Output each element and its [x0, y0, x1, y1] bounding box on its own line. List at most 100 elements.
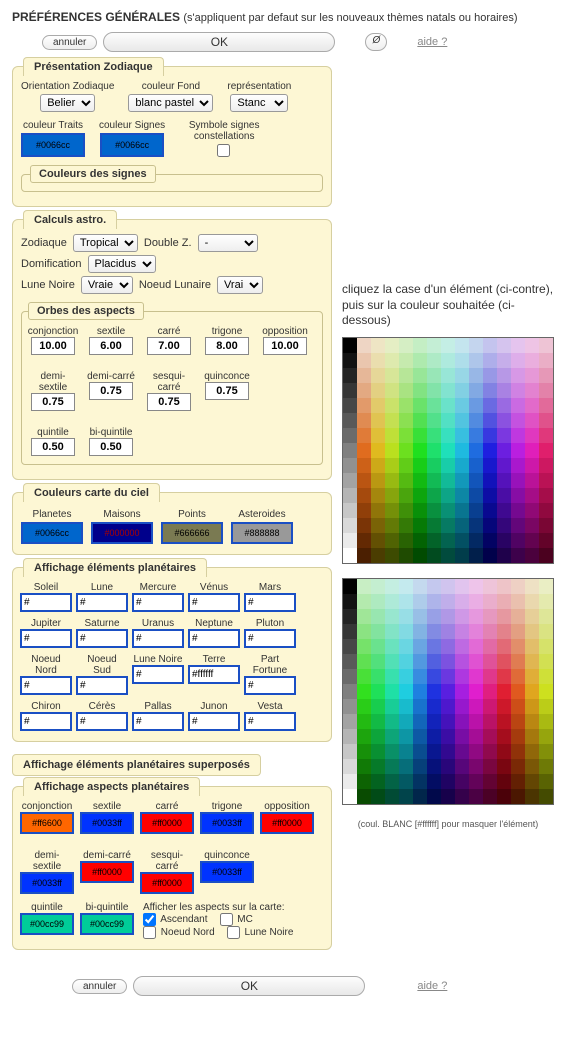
palette-cell[interactable] — [525, 383, 539, 398]
palette-cell[interactable] — [343, 729, 357, 744]
planet-input-Soleil[interactable] — [20, 593, 72, 612]
palette-cell[interactable] — [455, 714, 469, 729]
palette-cell[interactable] — [357, 518, 371, 533]
palette-cell[interactable] — [497, 443, 511, 458]
palette-cell[interactable] — [497, 473, 511, 488]
help-link-bottom[interactable]: aide ? — [417, 980, 447, 992]
palette-cell[interactable] — [357, 579, 371, 594]
palette-cell[interactable] — [497, 744, 511, 759]
palette-cell[interactable] — [371, 789, 385, 804]
palette-cell[interactable] — [413, 579, 427, 594]
palette-cell[interactable] — [441, 368, 455, 383]
palette-cell[interactable] — [343, 594, 357, 609]
palette-cell[interactable] — [539, 789, 553, 804]
palette-cell[interactable] — [343, 714, 357, 729]
palette-cell[interactable] — [357, 684, 371, 699]
palette-cell[interactable] — [455, 669, 469, 684]
palette-cell[interactable] — [497, 609, 511, 624]
palette-cell[interactable] — [525, 699, 539, 714]
palette-cell[interactable] — [455, 594, 469, 609]
palette-cell[interactable] — [469, 714, 483, 729]
palette-cell[interactable] — [469, 759, 483, 774]
planet-input-Cérès[interactable] — [76, 712, 128, 731]
palette-cell[interactable] — [511, 353, 525, 368]
palette-cell[interactable] — [511, 579, 525, 594]
planet-input-Saturne[interactable] — [76, 629, 128, 648]
palette-cell[interactable] — [511, 759, 525, 774]
palette-cell[interactable] — [427, 548, 441, 563]
ok-button-bottom[interactable]: OK — [133, 976, 365, 996]
palette-cell[interactable] — [525, 518, 539, 533]
palette-cell[interactable] — [469, 669, 483, 684]
palette-cell[interactable] — [427, 428, 441, 443]
palette-cell[interactable] — [469, 338, 483, 353]
orb-input-demi-sextile[interactable] — [31, 393, 75, 411]
palette-cell[interactable] — [497, 533, 511, 548]
palette-cell[interactable] — [483, 473, 497, 488]
palette-cell[interactable] — [483, 669, 497, 684]
palette-cell[interactable] — [483, 759, 497, 774]
palette-cell[interactable] — [525, 729, 539, 744]
palette-cell[interactable] — [385, 488, 399, 503]
palette-cell[interactable] — [441, 413, 455, 428]
palette-cell[interactable] — [483, 338, 497, 353]
palette-cell[interactable] — [357, 609, 371, 624]
palette-cell[interactable] — [371, 368, 385, 383]
palette-cell[interactable] — [469, 729, 483, 744]
palette-cell[interactable] — [399, 699, 413, 714]
palette-cell[interactable] — [371, 428, 385, 443]
palette-cell[interactable] — [385, 594, 399, 609]
palette-cell[interactable] — [343, 744, 357, 759]
palette-cell[interactable] — [343, 413, 357, 428]
palette-cell[interactable] — [539, 579, 553, 594]
palette-cell[interactable] — [399, 714, 413, 729]
palette-cell[interactable] — [399, 729, 413, 744]
palette-cell[interactable] — [343, 518, 357, 533]
palette-cell[interactable] — [371, 413, 385, 428]
color-palette-1[interactable] — [342, 337, 554, 564]
palette-cell[interactable] — [371, 744, 385, 759]
palette-cell[interactable] — [427, 383, 441, 398]
palette-cell[interactable] — [539, 624, 553, 639]
palette-cell[interactable] — [343, 428, 357, 443]
planet-input-Noeud Sud[interactable] — [76, 676, 128, 695]
palette-cell[interactable] — [371, 699, 385, 714]
palette-cell[interactable] — [371, 458, 385, 473]
palette-cell[interactable] — [385, 503, 399, 518]
palette-cell[interactable] — [399, 548, 413, 563]
palette-cell[interactable] — [469, 639, 483, 654]
palette-cell[interactable] — [357, 669, 371, 684]
sky-chip-Maisons[interactable]: #000000 — [91, 522, 153, 544]
palette-cell[interactable] — [441, 398, 455, 413]
palette-cell[interactable] — [525, 533, 539, 548]
planet-input-Pallas[interactable] — [132, 712, 184, 731]
palette-cell[interactable] — [343, 579, 357, 594]
palette-cell[interactable] — [427, 714, 441, 729]
palette-cell[interactable] — [497, 383, 511, 398]
palette-cell[interactable] — [371, 669, 385, 684]
palette-cell[interactable] — [399, 488, 413, 503]
palette-cell[interactable] — [469, 774, 483, 789]
palette-cell[interactable] — [455, 428, 469, 443]
palette-cell[interactable] — [343, 699, 357, 714]
palette-cell[interactable] — [441, 473, 455, 488]
planet-input-Lune[interactable] — [76, 593, 128, 612]
palette-cell[interactable] — [413, 594, 427, 609]
palette-cell[interactable] — [441, 774, 455, 789]
palette-cell[interactable] — [413, 428, 427, 443]
palette-cell[interactable] — [427, 669, 441, 684]
palette-cell[interactable] — [343, 353, 357, 368]
palette-cell[interactable] — [497, 669, 511, 684]
palette-cell[interactable] — [525, 714, 539, 729]
palette-cell[interactable] — [511, 669, 525, 684]
palette-cell[interactable] — [441, 428, 455, 443]
palette-cell[interactable] — [511, 533, 525, 548]
palette-cell[interactable] — [343, 654, 357, 669]
palette-cell[interactable] — [413, 413, 427, 428]
palette-cell[interactable] — [497, 639, 511, 654]
palette-cell[interactable] — [399, 759, 413, 774]
noeud-lunaire-select[interactable]: Vrai — [217, 276, 263, 294]
palette-cell[interactable] — [399, 744, 413, 759]
planet-input-Part Fortune[interactable] — [244, 676, 296, 695]
palette-cell[interactable] — [539, 518, 553, 533]
